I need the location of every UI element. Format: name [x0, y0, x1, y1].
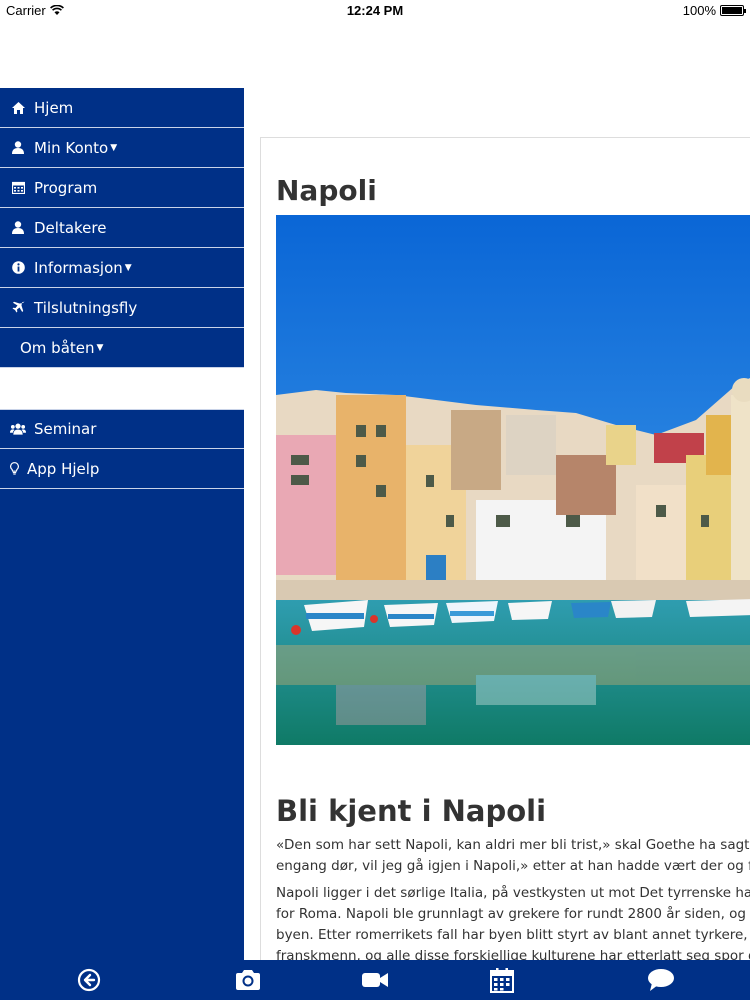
body-paragraph: Napoli ligger i det sørlige Italia, på v…	[276, 883, 750, 960]
main-menu: Hjem Min Konto ▼ Program Deltakere Infor…	[0, 88, 244, 368]
sidebar-item-program[interactable]: Program	[0, 168, 244, 208]
user-icon	[10, 221, 26, 234]
menu-spacer	[0, 368, 244, 409]
info-icon	[10, 261, 26, 274]
hero-image	[276, 215, 750, 745]
main-content: Napoli Bli kjent i Napoli «Den som har s…	[260, 137, 750, 960]
caret-down-icon: ▼	[110, 142, 118, 153]
caret-down-icon: ▼	[96, 342, 104, 353]
sidebar-item-label: Min Konto	[34, 138, 109, 157]
camera-icon	[236, 970, 260, 990]
sidebar-item-label: Tilslutningsfly	[34, 298, 138, 317]
page-title: Napoli	[276, 174, 377, 207]
sidebar-item-label: Hjem	[34, 98, 74, 117]
sidebar-item-label: Om båten	[20, 338, 95, 357]
paragraph-line: byen. Etter romerrikets fall har byen bl…	[276, 927, 750, 943]
lightbulb-icon	[8, 462, 20, 475]
home-icon	[10, 101, 26, 114]
calendar-button[interactable]	[487, 965, 517, 995]
battery-percent: 100%	[682, 3, 716, 18]
sidebar-item-seminar[interactable]: Seminar	[0, 409, 244, 449]
section-title: Bli kjent i Napoli	[276, 794, 547, 828]
bottom-toolbar	[0, 960, 750, 1000]
sidebar-item-om-baten[interactable]: Om båten ▼	[0, 328, 244, 368]
video-button[interactable]	[360, 965, 390, 995]
status-bar: Carrier 12:24 PM 100%	[0, 0, 750, 22]
sidebar-item-label: Program	[34, 178, 98, 197]
paragraph-line: Napoli ligger i det sørlige Italia, på v…	[276, 885, 750, 901]
sidebar-item-min-konto[interactable]: Min Konto ▼	[0, 128, 244, 168]
clock: 12:24 PM	[346, 3, 404, 18]
paragraph-line: engang dør, vil jeg gå igjen i Napoli,» …	[276, 858, 750, 874]
sidebar-item-app-hjelp[interactable]: App Hjelp	[0, 449, 244, 489]
sidebar-item-deltakere[interactable]: Deltakere	[0, 208, 244, 248]
sidebar-item-tilslutningsfly[interactable]: Tilslutningsfly	[0, 288, 244, 328]
sidebar-item-label: Informasjon	[34, 258, 123, 277]
battery-info: 100%	[682, 3, 746, 18]
sidebar-item-hjem[interactable]: Hjem	[0, 88, 244, 128]
chat-icon	[648, 969, 674, 991]
sidebar-item-label: Deltakere	[34, 218, 107, 237]
battery-icon	[720, 5, 746, 16]
sidebar: Hjem Min Konto ▼ Program Deltakere Infor…	[0, 88, 244, 960]
paragraph-line: for Roma. Napoli ble grunnlagt av greker…	[276, 906, 750, 922]
users-icon	[10, 423, 26, 435]
caret-down-icon: ▼	[124, 262, 132, 273]
sidebar-item-label: App Hjelp	[27, 459, 100, 478]
calendar-icon	[490, 968, 514, 993]
secondary-menu: Seminar App Hjelp	[0, 409, 244, 489]
intro-paragraph: «Den som har sett Napoli, kan aldri mer …	[276, 835, 750, 877]
sidebar-item-label: Seminar	[34, 420, 97, 438]
plane-icon	[10, 301, 26, 314]
paragraph-line: franskmenn, og alle disse forskjellige k…	[276, 948, 750, 960]
camera-button[interactable]	[233, 965, 263, 995]
calendar-icon	[10, 181, 26, 194]
video-icon	[362, 973, 388, 987]
paragraph-line: «Den som har sett Napoli, kan aldri mer …	[276, 837, 750, 853]
back-button[interactable]	[74, 965, 104, 995]
back-icon	[77, 968, 101, 992]
chat-button[interactable]	[646, 965, 676, 995]
sidebar-item-informasjon[interactable]: Informasjon ▼	[0, 248, 244, 288]
user-icon	[10, 141, 26, 154]
